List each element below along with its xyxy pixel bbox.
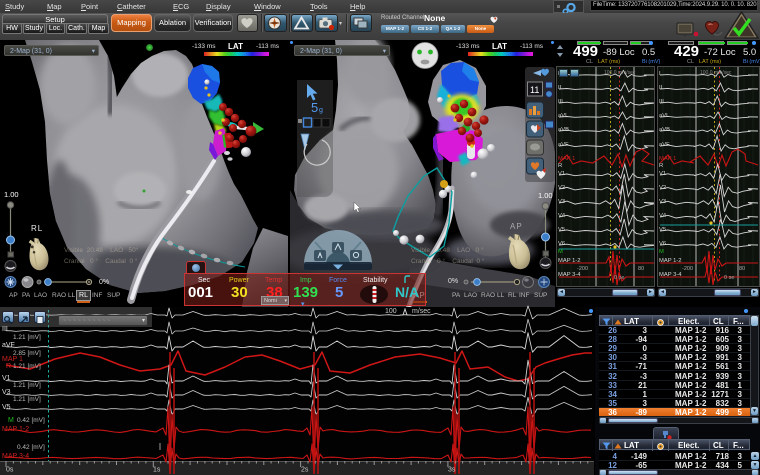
svg-text:0s: 0s — [6, 467, 14, 474]
svg-text:3s: 3s — [448, 467, 456, 474]
svg-text:1s: 1s — [153, 467, 161, 474]
svg-text:2s: 2s — [301, 467, 309, 474]
